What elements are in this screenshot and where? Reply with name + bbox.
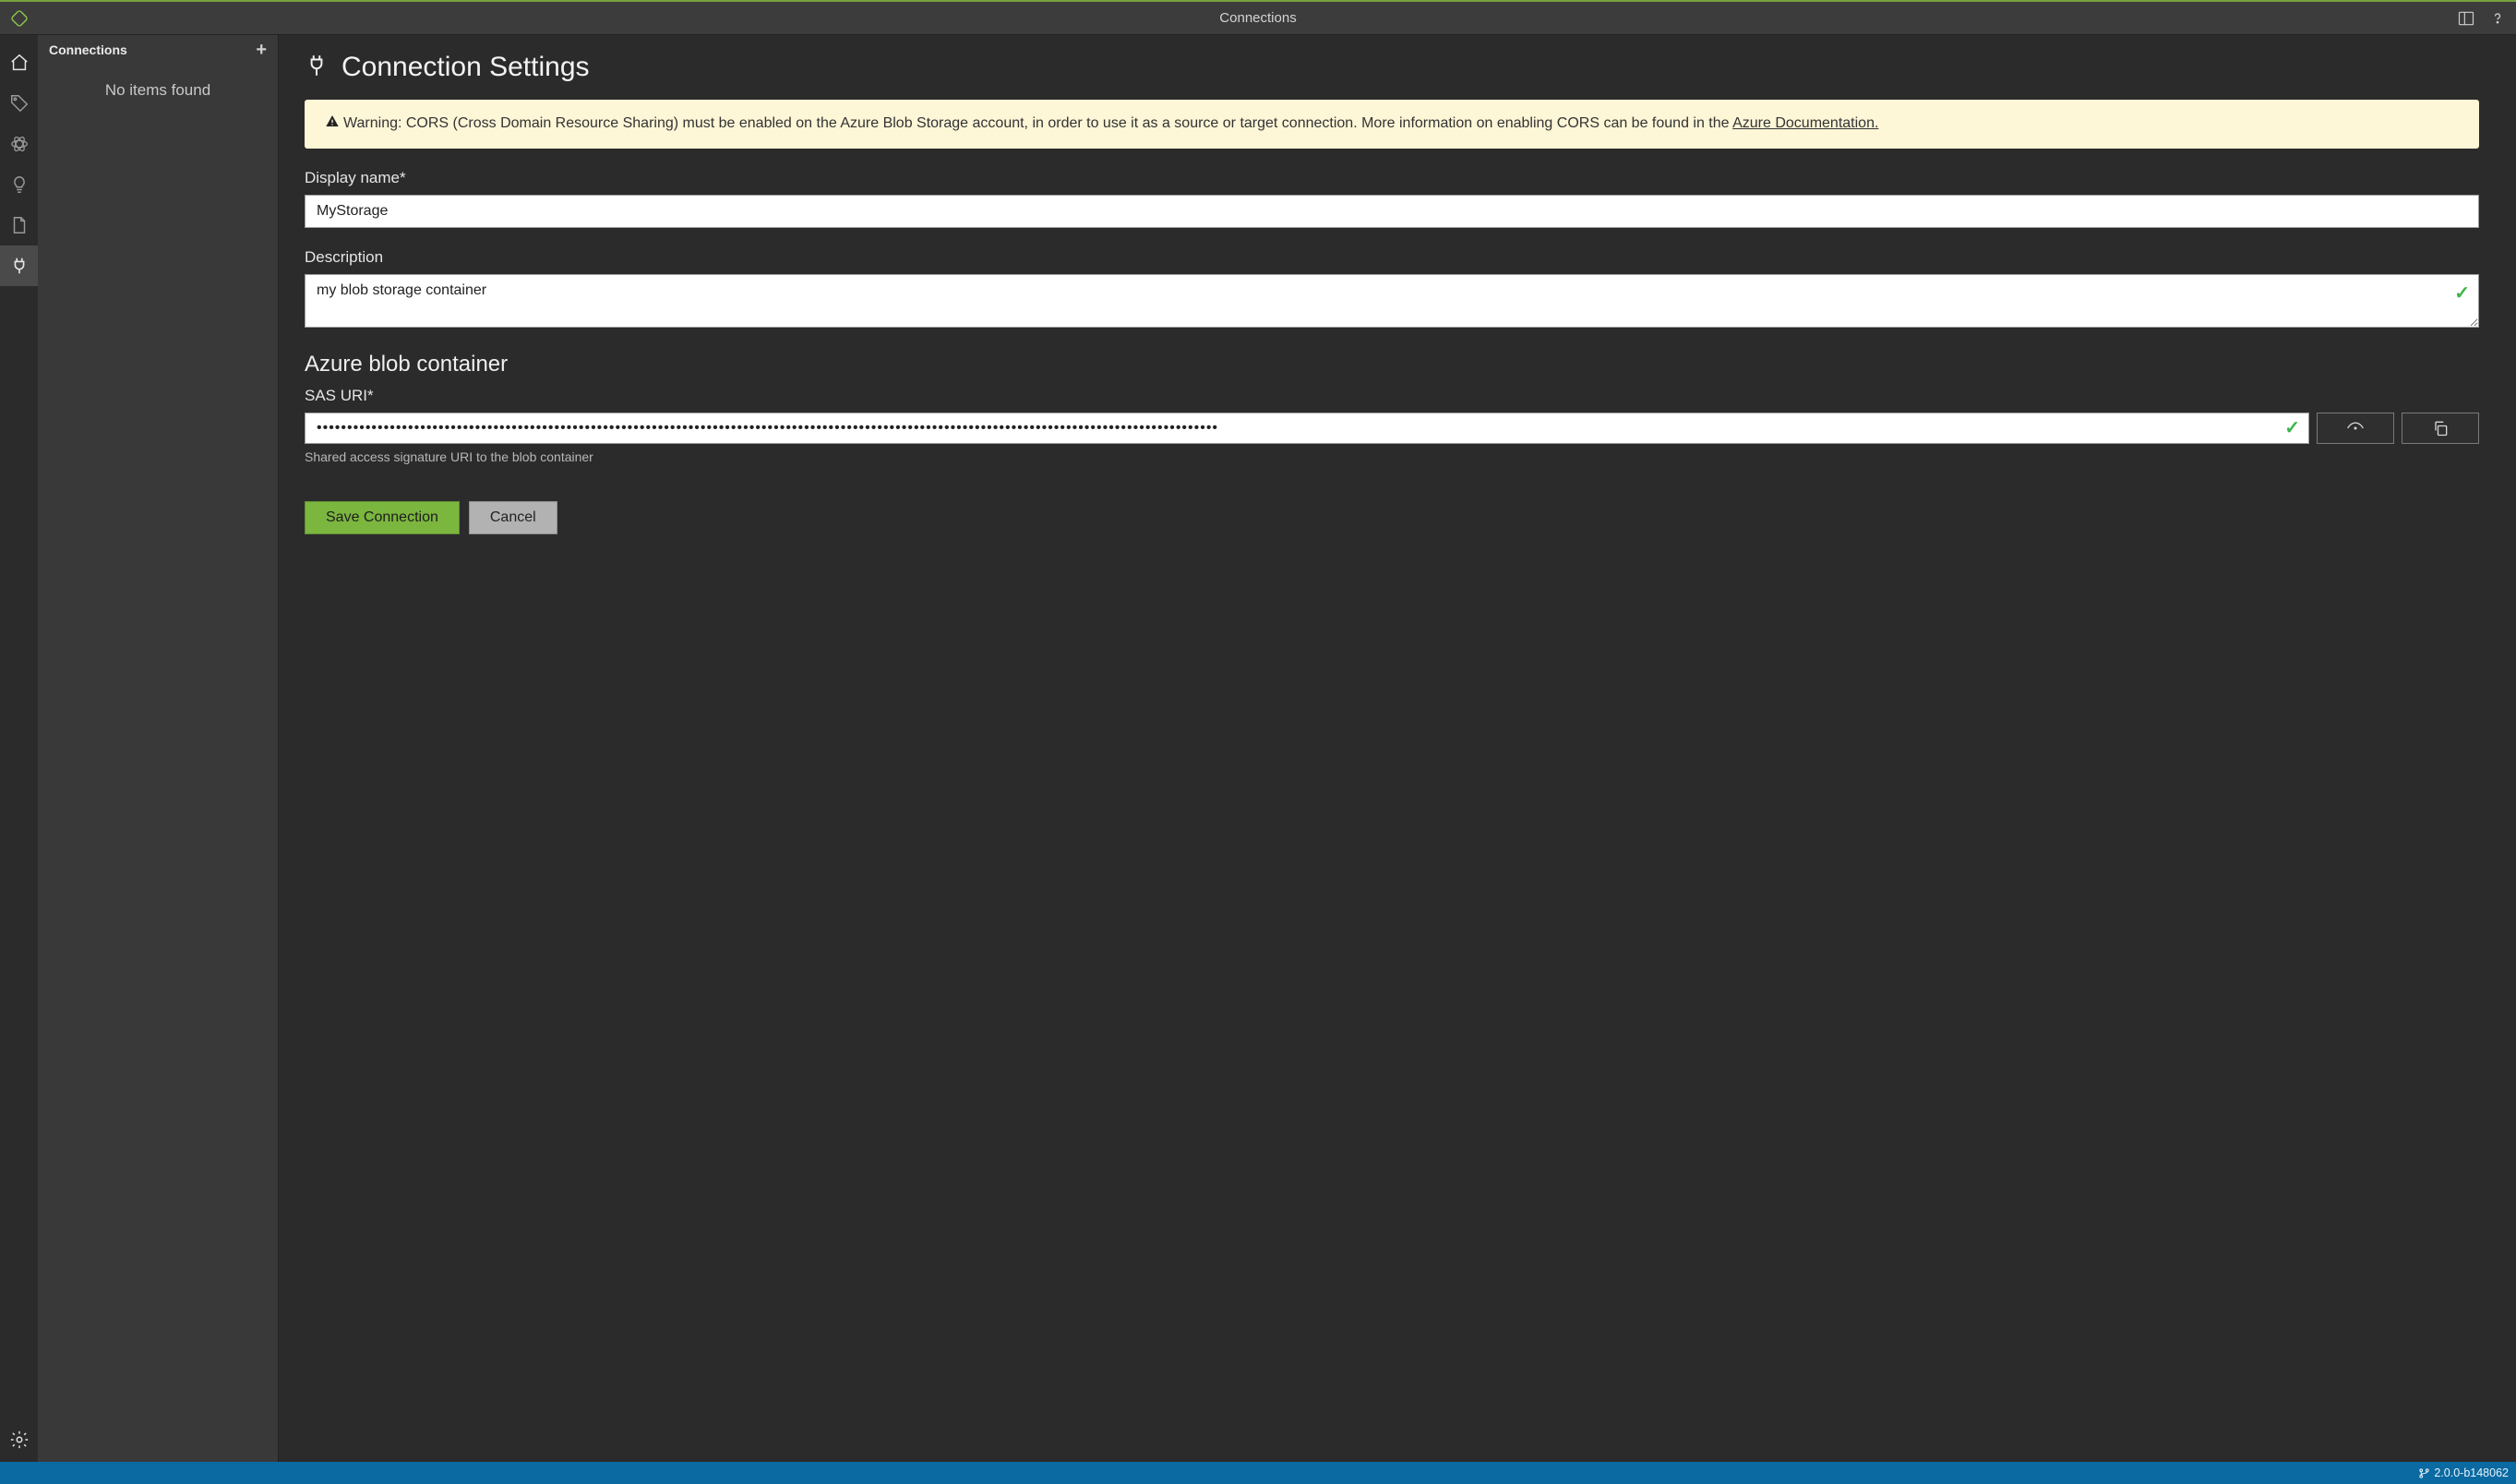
side-panel-empty-text: No items found (38, 81, 278, 100)
nav-atom-icon[interactable] (0, 124, 38, 164)
description-label: Description (305, 248, 2479, 267)
reveal-button[interactable] (2317, 413, 2394, 444)
titlebar: Connections (0, 0, 2516, 35)
version-text: 2.0.0-b148062 (2434, 1466, 2509, 1479)
display-name-input[interactable] (305, 195, 2479, 228)
nav-plug-icon[interactable] (0, 245, 38, 286)
panel-toggle-icon[interactable] (2457, 9, 2475, 28)
sas-uri-hint: Shared access signature URI to the blob … (305, 449, 2479, 464)
warning-icon (325, 114, 340, 136)
check-icon: ✓ (2454, 281, 2470, 305)
alert-text: Warning: CORS (Cross Domain Resource Sha… (343, 115, 1732, 131)
side-panel-title: Connections (49, 42, 127, 57)
nav-rail (0, 35, 38, 1462)
check-icon: ✓ (2284, 416, 2300, 439)
help-icon[interactable] (2488, 9, 2507, 28)
azure-doc-link[interactable]: Azure Documentation. (1732, 115, 1878, 131)
add-connection-button[interactable]: + (256, 41, 267, 59)
main-pane: Connection Settings Warning: CORS (Cross… (279, 35, 2516, 1462)
window-title: Connections (1219, 10, 1296, 26)
nav-tag-icon[interactable] (0, 83, 38, 124)
copy-button[interactable] (2402, 413, 2479, 444)
sas-uri-input[interactable] (305, 413, 2309, 444)
nav-settings-icon[interactable] (0, 1423, 38, 1456)
nav-home-icon[interactable] (0, 42, 38, 83)
app-logo-icon (9, 8, 30, 29)
nav-lightbulb-icon[interactable] (0, 164, 38, 205)
sas-uri-label: SAS URI* (305, 387, 2479, 405)
cors-warning-alert: Warning: CORS (Cross Domain Resource Sha… (305, 100, 2479, 149)
save-button[interactable]: Save Connection (305, 501, 460, 534)
display-name-label: Display name* (305, 169, 2479, 187)
status-bar: 2.0.0-b148062 (0, 1462, 2516, 1484)
page-title: Connection Settings (341, 52, 590, 83)
nav-file-icon[interactable] (0, 205, 38, 245)
description-input[interactable] (305, 274, 2479, 328)
plug-icon (305, 54, 329, 81)
cancel-button[interactable]: Cancel (469, 501, 557, 534)
section-heading: Azure blob container (305, 352, 2479, 377)
side-panel: Connections + No items found (38, 35, 279, 1462)
branch-icon (2418, 1467, 2430, 1479)
